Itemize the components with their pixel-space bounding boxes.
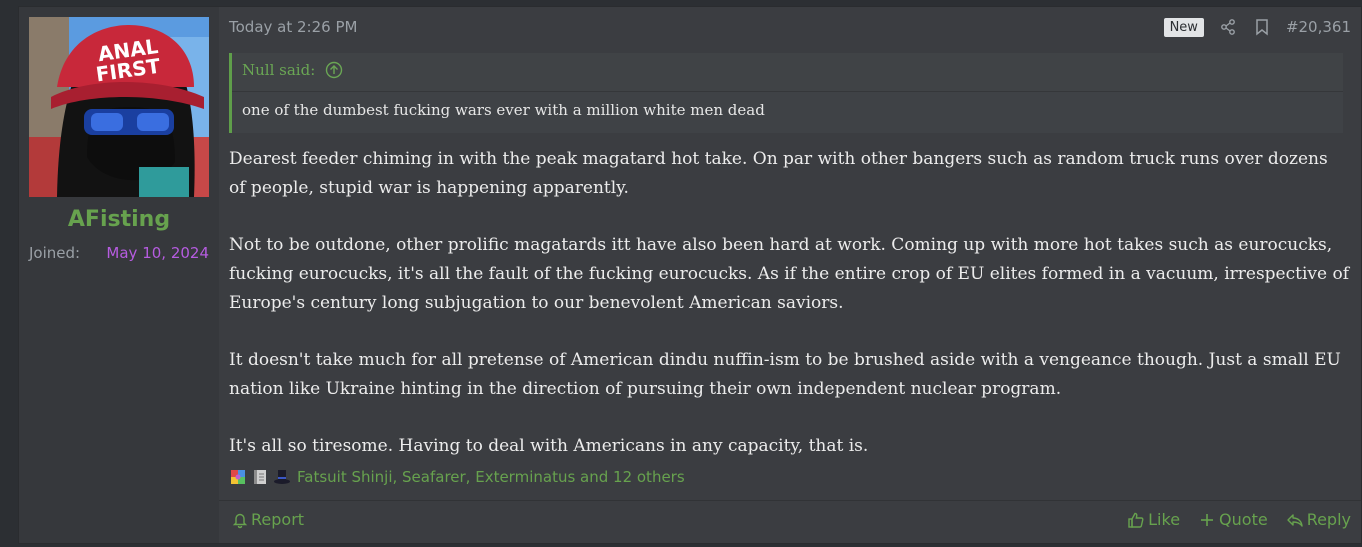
post-main: Today at 2:26 PM New #20,361 Null said: …	[219, 7, 1361, 543]
quote-header: Null said:	[232, 53, 1343, 92]
share-icon[interactable]	[1218, 17, 1238, 37]
post-footer: Report Like Quote Reply	[219, 500, 1361, 545]
new-badge: New	[1163, 17, 1204, 37]
report-button[interactable]: Report	[231, 510, 304, 529]
message-body: Dearest feeder chiming in with the peak …	[229, 145, 1349, 489]
avatar[interactable]: ANAL FIRST	[29, 17, 209, 197]
user-sidebar: ANAL FIRST AFisting Joined: May 10, 2024	[19, 7, 219, 543]
post-number[interactable]: #20,361	[1286, 18, 1351, 36]
quote-label: Quote	[1219, 510, 1268, 529]
like-button[interactable]: Like	[1127, 510, 1180, 529]
puzzle-reaction-icon	[229, 468, 247, 486]
joined-date: May 10, 2024	[106, 244, 209, 262]
quote-block: Null said: one of the dumbest fucking wa…	[229, 53, 1343, 133]
thumbs-up-icon	[1127, 511, 1145, 529]
joined-label: Joined:	[29, 244, 81, 262]
book-reaction-icon	[251, 468, 269, 486]
quote-button[interactable]: Quote	[1198, 510, 1268, 529]
avatar-image: ANAL FIRST	[29, 17, 209, 197]
message-paragraph: It's all so tiresome. Having to deal wit…	[229, 436, 869, 456]
plus-icon	[1198, 511, 1216, 529]
reactions-users[interactable]: Fatsuit Shinji, Seafarer, Exterminatus a…	[297, 468, 685, 486]
forum-post: ANAL FIRST AFisting Joined: May 10, 2024…	[18, 6, 1362, 544]
quote-author[interactable]: Null said:	[242, 61, 315, 79]
reply-arrow-icon	[1286, 511, 1304, 529]
reply-button[interactable]: Reply	[1286, 510, 1351, 529]
reply-label: Reply	[1306, 510, 1351, 529]
message-paragraph: Dearest feeder chiming in with the peak …	[229, 149, 1328, 198]
quote-text: one of the dumbest fucking wars ever wit…	[242, 101, 765, 119]
bell-icon	[231, 511, 249, 529]
post-date[interactable]: Today at 2:26 PM	[229, 18, 357, 36]
top-hat-reaction-icon	[273, 468, 291, 486]
report-label: Report	[251, 510, 305, 529]
username[interactable]: AFisting	[19, 207, 219, 232]
post-actions: Like Quote Reply	[1127, 510, 1351, 529]
like-label: Like	[1148, 510, 1181, 529]
reactions-bar[interactable]: Fatsuit Shinji, Seafarer, Exterminatus a…	[229, 468, 685, 486]
post-header-actions: New #20,361	[1163, 17, 1351, 37]
message-paragraph: Not to be outdone, other prolific magata…	[229, 235, 1349, 313]
arrow-up-circle-icon[interactable]	[325, 61, 343, 79]
bookmark-icon[interactable]	[1252, 17, 1272, 37]
message-paragraph: It doesn't take much for all pretense of…	[229, 350, 1341, 399]
